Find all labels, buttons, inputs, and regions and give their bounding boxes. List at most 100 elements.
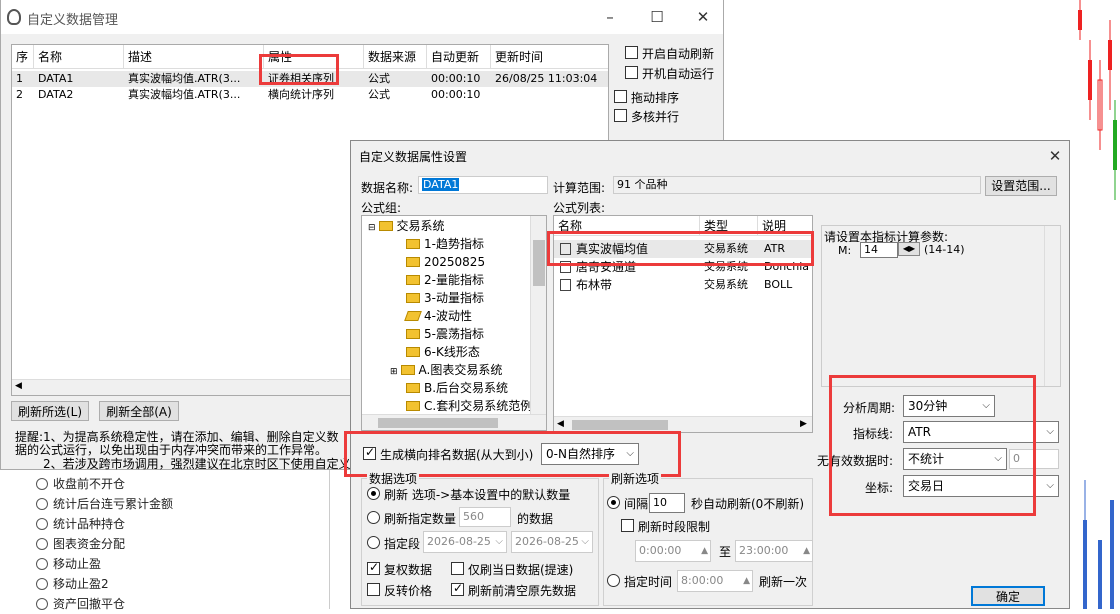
expand-icon[interactable]: ⊞ [390, 367, 398, 377]
scroll-left-icon[interactable]: ◀ [15, 381, 22, 391]
column-header[interactable]: 数据来源 [364, 45, 427, 69]
column-header[interactable]: 属性 [264, 45, 364, 69]
tree-node[interactable]: 3-动量指标 [406, 289, 484, 307]
interval-radio[interactable] [607, 496, 620, 509]
tree-node[interactable]: ⊟ 交易系统 [368, 217, 445, 235]
maximize-icon[interactable]: ☐ [646, 6, 668, 28]
fixed-time-input[interactable]: 8:00:00 ▲ [677, 570, 753, 592]
column-header[interactable]: 更新时间 [491, 45, 608, 69]
set-range-button[interactable]: 设置范围... [985, 176, 1057, 196]
today-only-checkbox[interactable] [451, 562, 464, 575]
tree-node[interactable]: 2-量能指标 [406, 271, 484, 289]
auto-refresh-checkbox[interactable] [625, 46, 638, 59]
refresh-selected-button[interactable]: 刷新所选(L) [11, 401, 89, 421]
param-value-input[interactable]: 14 [860, 242, 898, 258]
horizontal-scrollbar[interactable] [362, 414, 546, 430]
clear-before-checkbox[interactable] [451, 581, 464, 596]
param-panel: 请设置本指标计算参数: M: 14 ◀▶ (14-14) [821, 225, 1061, 387]
tree-node[interactable]: C.套利交易系统范例 [406, 397, 534, 415]
time-from-input[interactable]: 0:00:00 ▲ [635, 540, 711, 562]
tree-node[interactable]: 1-趋势指标 [406, 235, 484, 253]
calc-range-field: 91 个品种 [613, 176, 981, 194]
list-item[interactable]: 布林带 交易系统 BOLL [554, 276, 812, 294]
tree-node[interactable]: B.后台交易系统 [406, 379, 508, 397]
tree-leaf[interactable]: 统计品种持仓 [36, 514, 125, 534]
autostart-checkbox[interactable] [625, 66, 638, 79]
scroll-thumb[interactable] [572, 420, 668, 430]
ok-button[interactable]: 确定 [971, 586, 1045, 606]
rank-mode-select[interactable]: 0-N自然排序 ⌵ [541, 443, 639, 465]
column-header[interactable]: 名称 [34, 45, 124, 69]
column-header[interactable]: 描述 [124, 45, 264, 69]
checkbox-label: 刷新时段限制 [638, 520, 711, 534]
drag-sort-checkbox[interactable] [614, 90, 627, 103]
row-source: 公式 [368, 88, 390, 101]
tree-leaf[interactable]: 资产回撤平仓 [36, 594, 125, 614]
tree-node[interactable]: 5-震荡指标 [406, 325, 484, 343]
tree-node[interactable]: 4-波动性 [404, 307, 472, 325]
spinner-icon: ▲ [803, 546, 810, 556]
table-row[interactable]: 2 DATA2 真实波幅均值.ATR(3... 横向统计序列 公式 00:00:… [12, 87, 608, 103]
reverse-price-checkbox[interactable] [367, 583, 380, 596]
folder-icon [406, 347, 420, 357]
folder-icon [406, 383, 420, 393]
vertical-scrollbar[interactable] [530, 216, 546, 414]
horizontal-scrollbar[interactable]: ◀ ▶ [554, 416, 812, 432]
time-to-input[interactable]: 23:00:00 ▲ [735, 540, 813, 562]
tree-leaf[interactable]: 移动止盈 [36, 554, 101, 574]
scroll-right-icon[interactable]: ▶ [800, 419, 807, 429]
formula-list[interactable]: 名称 类型 说明 真实波幅均值 交易系统 ATR 唐奇安通道 交易系统 Donc… [553, 215, 813, 433]
checkbox-label: 开机自动运行 [642, 67, 715, 81]
column-header[interactable]: 名称 [554, 216, 700, 236]
invalid-value-input[interactable]: 0 [1009, 449, 1059, 469]
column-header[interactable]: 类型 [700, 216, 758, 236]
tree-node[interactable]: 20250825 [406, 253, 485, 271]
refresh-all-button[interactable]: 刷新全部(A) [99, 401, 179, 421]
group-title: 数据选项 [367, 470, 420, 487]
tree-node[interactable]: 6-K线形态 [406, 343, 480, 361]
tree-leaf[interactable]: 图表资金分配 [36, 534, 125, 554]
generate-rank-checkbox[interactable] [363, 445, 376, 460]
minimize-icon[interactable]: – [599, 6, 621, 28]
coord-select[interactable]: 交易日 ⌵ [903, 475, 1059, 497]
list-item[interactable]: 唐奇安通道 交易系统 Donchian [554, 258, 812, 276]
group-title: 刷新选项 [609, 470, 662, 487]
column-header[interactable]: 自动更新 [427, 45, 491, 69]
list-item[interactable]: 真实波幅均值 交易系统 ATR [554, 240, 812, 258]
refresh-count-radio[interactable] [367, 511, 380, 524]
invalid-data-select[interactable]: 不统计 ⌵ [903, 448, 1007, 470]
multicore-checkbox[interactable] [614, 109, 627, 122]
tree-leaf[interactable]: 统计后台连亏累计金额 [36, 494, 173, 514]
tree-node[interactable]: ⊞ A.图表交易系统 [390, 361, 502, 379]
period-limit-checkbox[interactable] [621, 519, 634, 532]
formula-group-tree[interactable]: ⊟ 交易系统 1-趋势指标 20250825 2-量能指标 3-动量指标 4-波动… [361, 215, 547, 431]
interval-input[interactable]: 10 [649, 493, 685, 513]
vertical-scrollbar[interactable] [1044, 226, 1060, 386]
indicator-select[interactable]: ATR ⌵ [903, 421, 1059, 443]
fixed-time-radio[interactable] [607, 574, 620, 587]
tree-leaf[interactable]: 移动止盈2 [36, 574, 109, 594]
row-time: 26/08/25 11:03:04 [495, 72, 598, 85]
date-to-input[interactable]: 2026-08-25 ⌵ [511, 531, 593, 553]
refresh-default-radio[interactable] [367, 487, 380, 500]
close-icon[interactable]: ✕ [692, 6, 714, 28]
column-header[interactable]: 序 [12, 45, 34, 69]
data-name-field[interactable]: DATA1 [418, 176, 548, 194]
indicator-label: 指标线: [853, 427, 894, 441]
column-header[interactable]: 说明 [758, 216, 812, 236]
range-radio[interactable] [367, 536, 380, 549]
date-from-input[interactable]: 2026-08-25 ⌵ [423, 531, 507, 553]
param-spinner[interactable]: ◀▶ [898, 242, 920, 256]
close-icon[interactable]: ✕ [1044, 145, 1066, 167]
restore-checkbox[interactable] [367, 560, 380, 575]
scroll-thumb[interactable] [533, 240, 545, 286]
collapse-icon[interactable]: ⊟ [368, 223, 376, 233]
formula-name: 布林带 [576, 278, 613, 292]
count-input[interactable]: 560 [459, 507, 511, 527]
fixed-suffix: 刷新一次 [759, 575, 808, 589]
scroll-thumb[interactable] [378, 418, 498, 428]
tree-leaf[interactable]: 收盘前不开仓 [36, 474, 125, 494]
period-select[interactable]: 30分钟 ⌵ [903, 395, 995, 417]
scroll-left-icon[interactable]: ◀ [557, 419, 564, 429]
table-row[interactable]: 1 DATA1 真实波幅均值.ATR(3... 证券相关序列 公式 00:00:… [12, 71, 608, 87]
